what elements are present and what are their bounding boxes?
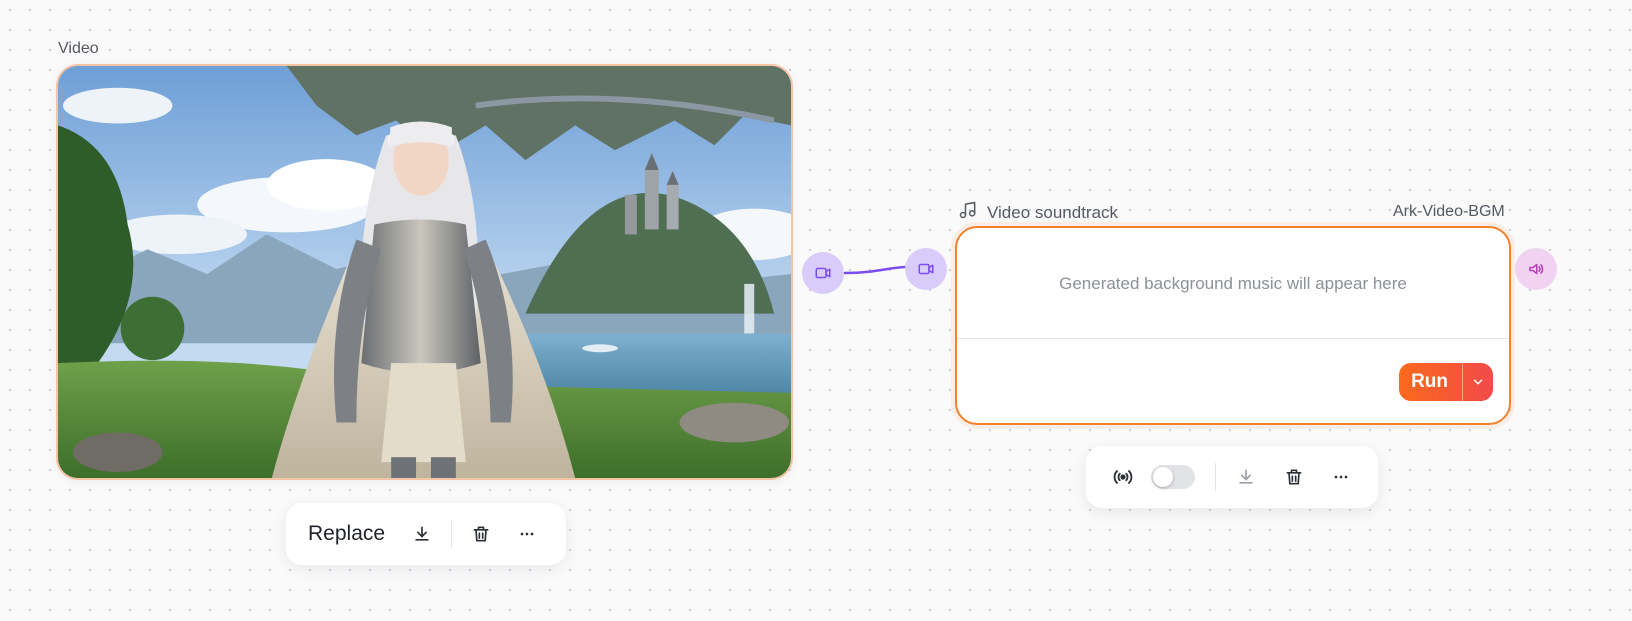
soundtrack-toolbar <box>1086 446 1378 508</box>
soundtrack-input-port[interactable] <box>905 248 947 290</box>
soundtrack-model-label: Ark-Video-BGM <box>1393 203 1505 220</box>
run-options-dropdown[interactable] <box>1462 363 1493 401</box>
video-frame-illustration <box>58 66 791 478</box>
video-output-port[interactable] <box>802 252 844 294</box>
video-camera-icon <box>918 263 934 275</box>
speaker-icon <box>1529 263 1544 275</box>
toolbar-divider <box>451 520 453 548</box>
video-preview[interactable] <box>56 64 793 480</box>
run-button[interactable]: Run <box>1399 363 1462 401</box>
download-icon[interactable] <box>1230 460 1263 494</box>
video-node-label: Video <box>58 40 99 57</box>
download-icon[interactable] <box>405 517 439 551</box>
chevron-down-icon <box>1473 379 1483 385</box>
video-camera-icon <box>815 267 831 279</box>
soundtrack-node-card[interactable]: Generated background music will appear h… <box>955 226 1511 425</box>
trash-icon[interactable] <box>1277 460 1310 494</box>
run-button-group: Run <box>1399 363 1493 401</box>
soundtrack-placeholder: Generated background music will appear h… <box>1059 274 1407 293</box>
music-note-icon <box>958 200 978 225</box>
soundtrack-node-title: Video soundtrack <box>987 203 1119 222</box>
soundtrack-output-port[interactable] <box>1515 248 1557 290</box>
toolbar-divider <box>1214 463 1216 491</box>
toggle-knob <box>1153 467 1174 487</box>
auto-run-toggle[interactable] <box>1151 465 1195 489</box>
more-horizontal-icon[interactable] <box>510 517 544 551</box>
trash-icon[interactable] <box>464 517 498 551</box>
card-divider <box>957 338 1509 339</box>
more-horizontal-icon[interactable] <box>1325 460 1358 494</box>
broadcast-icon <box>1106 460 1139 494</box>
replace-button[interactable]: Replace <box>304 522 389 546</box>
video-toolbar: Replace <box>286 503 566 565</box>
